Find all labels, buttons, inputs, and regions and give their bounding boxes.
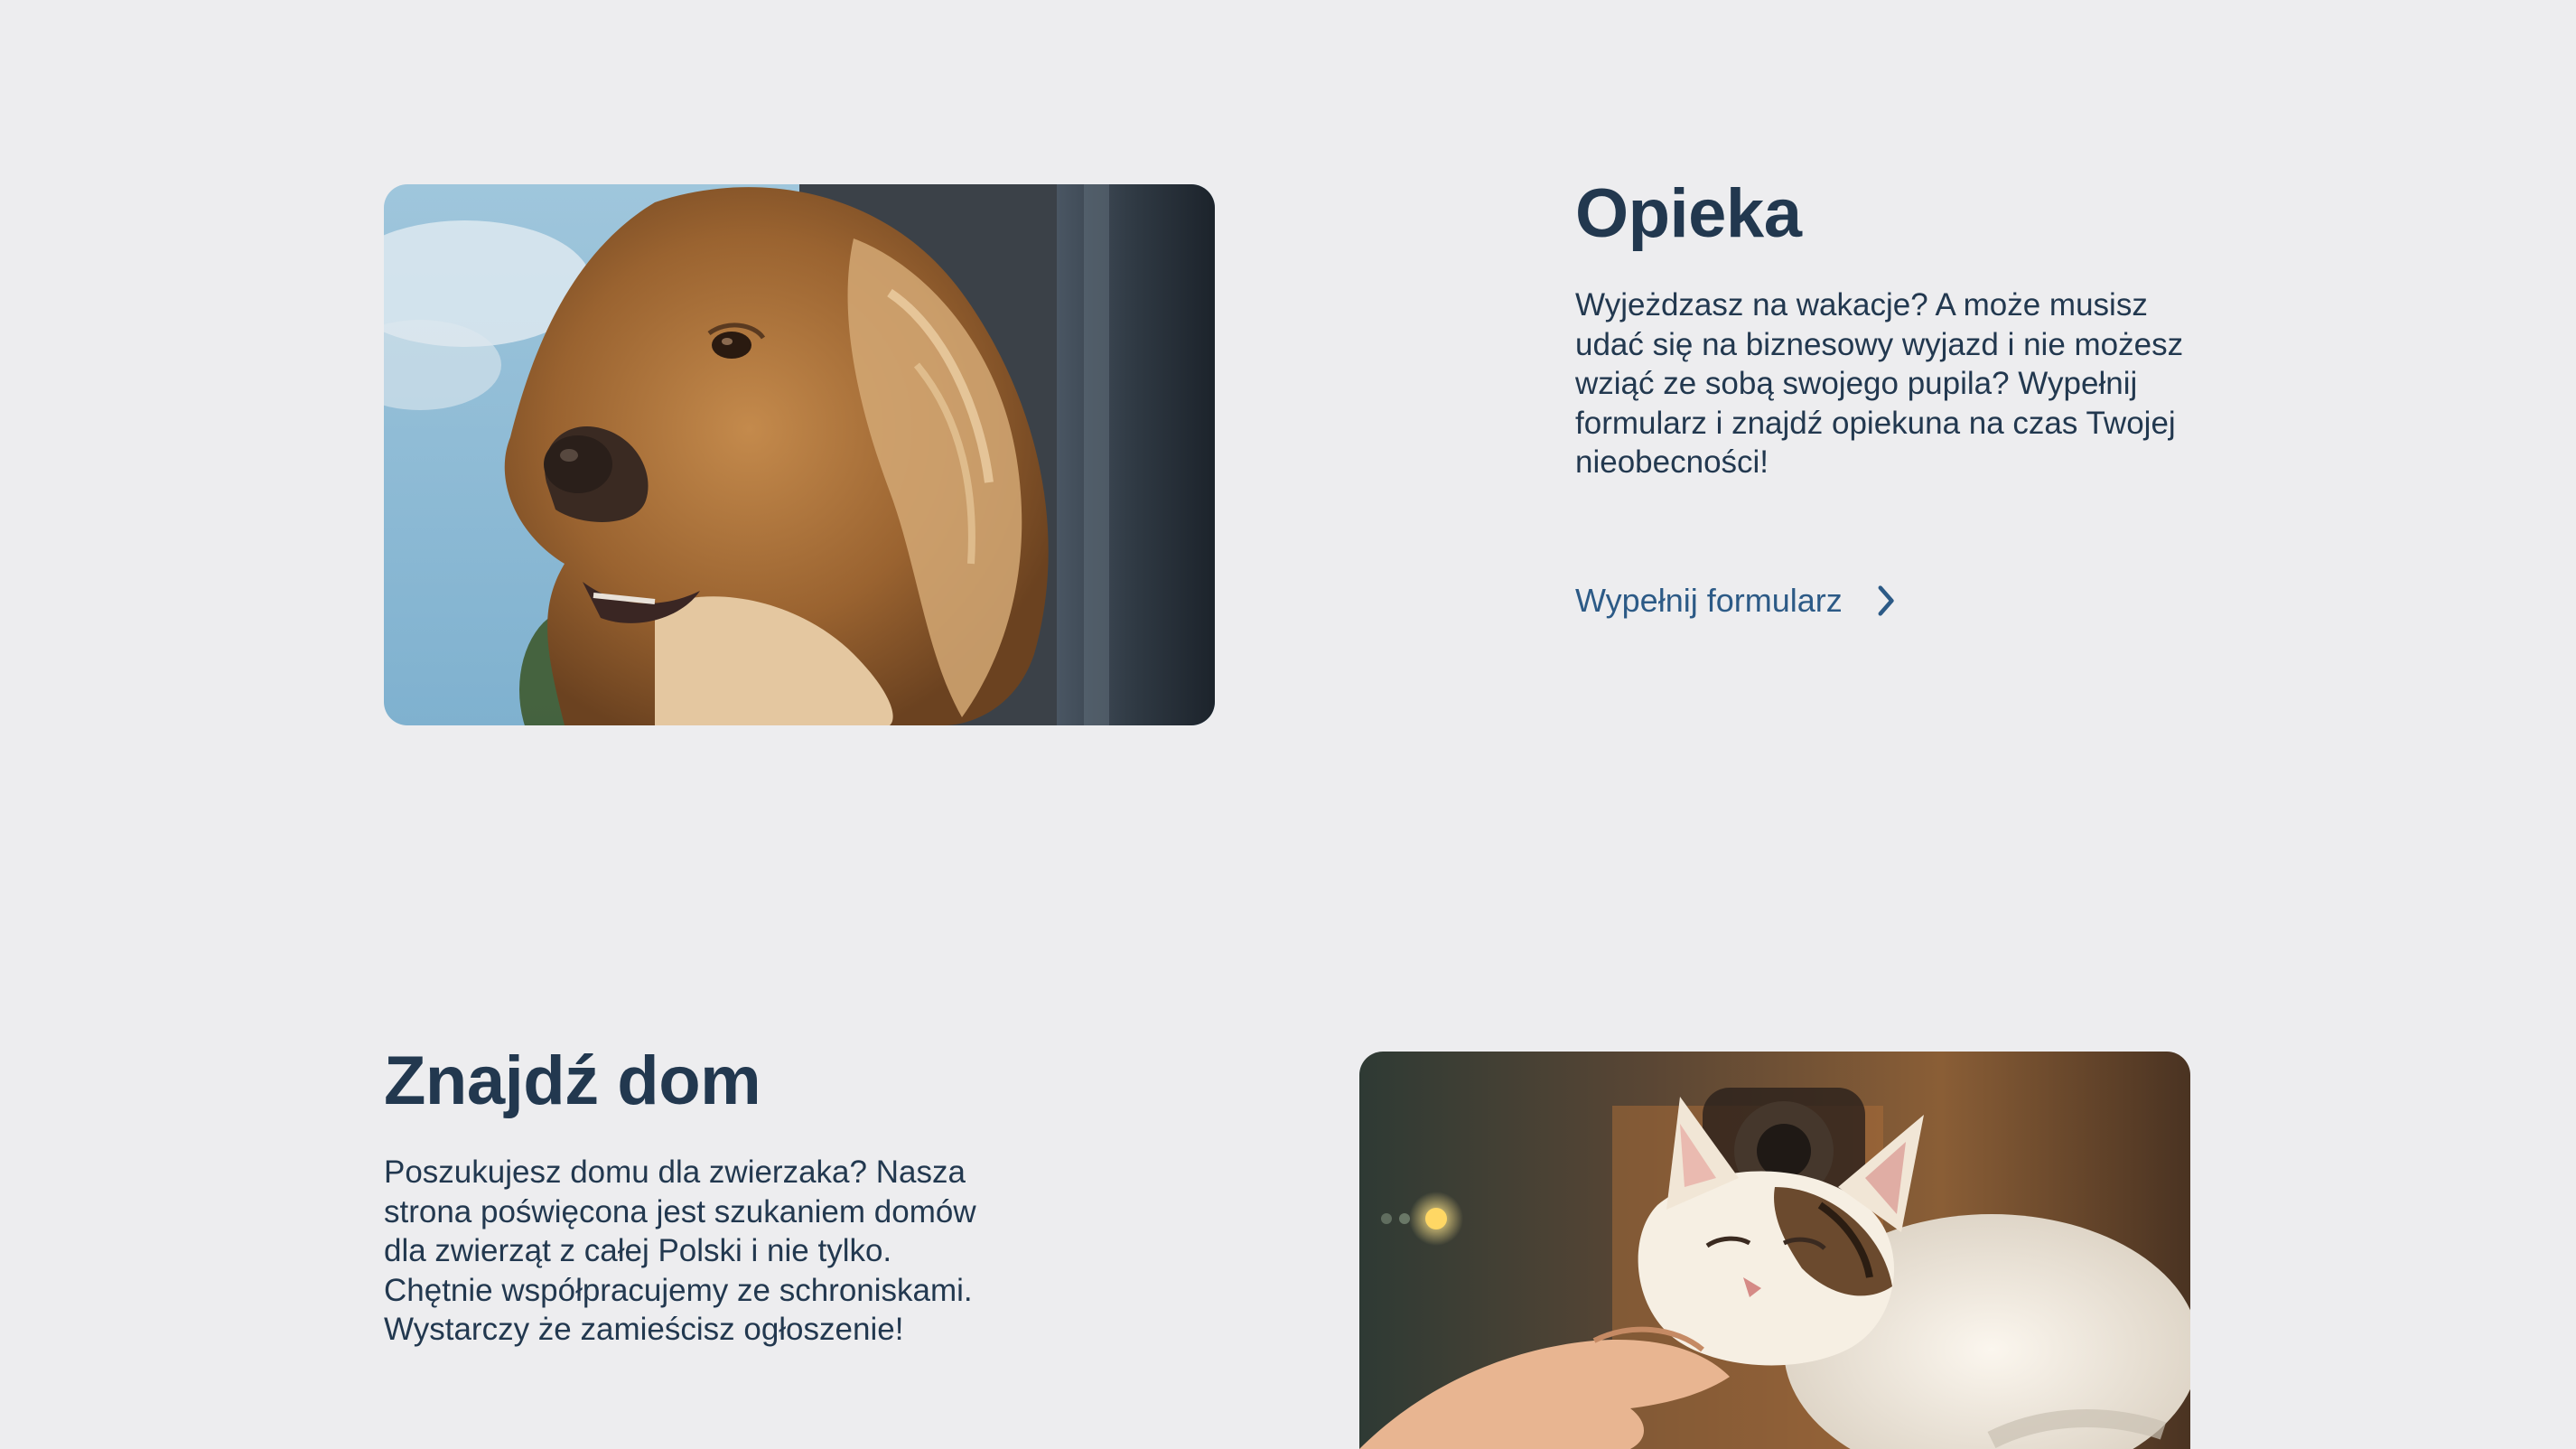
section-description-znajdz-dom: Poszukujesz domu dla zwierzaka? Nasza st… <box>384 1153 1070 1350</box>
description-line: Poszukujesz domu dla zwierzaka? Nasza <box>384 1155 966 1190</box>
cat-photo <box>1359 1052 2190 1449</box>
description-line: strona poświęcona jest szukaniem domów <box>384 1193 976 1229</box>
description-line: Wystarczy że zamieścisz ogłoszenie! <box>384 1312 904 1347</box>
section-znajdz-dom: Znajdź dom Poszukujesz domu dla zwierzak… <box>0 0 2576 1449</box>
section-title-znajdz-dom: Znajdź dom <box>384 1042 761 1119</box>
description-line: Chętnie współpracujemy ze schroniskami. <box>384 1272 973 1308</box>
description-line: dla zwierząt z całej Polski i nie tylko. <box>384 1233 892 1268</box>
